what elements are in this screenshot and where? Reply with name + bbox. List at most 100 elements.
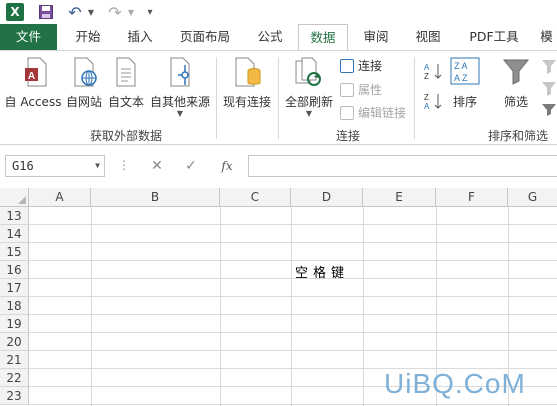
edit-links-label: 编辑链接 xyxy=(358,106,407,120)
name-box[interactable]: G16 ▼ xyxy=(5,155,105,177)
customize-toolbar-icon[interactable]: ▾ xyxy=(144,3,156,21)
ribbon-data: A 自 Access 自网站 自文本 自其他来源 ▼ 获取外部数据 现有连接 全… xyxy=(0,50,557,145)
cell-d16[interactable]: 空格键 xyxy=(295,262,349,281)
column-header[interactable]: B xyxy=(91,188,220,207)
grid-line xyxy=(29,260,557,261)
access-icon: A xyxy=(25,57,47,87)
undo-dropdown-icon[interactable]: ▼ xyxy=(86,3,96,21)
filter-button[interactable]: 筛选 xyxy=(496,57,536,115)
tab-view[interactable]: 视图 xyxy=(406,24,450,50)
row-header[interactable]: 17 xyxy=(0,279,29,297)
svg-text:Z A: Z A xyxy=(454,61,468,71)
row-header[interactable]: 16 xyxy=(0,261,29,279)
properties-button[interactable]: 属性 xyxy=(340,81,382,98)
connections-button[interactable]: 连接 xyxy=(340,57,382,74)
from-text-label: 自文本 xyxy=(107,95,144,109)
grid-line xyxy=(291,207,292,406)
group-separator xyxy=(278,57,279,139)
tab-formulas[interactable]: 公式 xyxy=(248,24,292,50)
row-header[interactable]: 22 xyxy=(0,369,29,387)
column-header[interactable]: E xyxy=(363,188,436,207)
tab-insert[interactable]: 插入 xyxy=(118,24,162,50)
svg-text:A: A xyxy=(28,71,35,82)
column-header[interactable]: C xyxy=(220,188,291,207)
tab-data[interactable]: 数据 xyxy=(298,24,348,51)
edit-links-button[interactable]: 编辑链接 xyxy=(340,104,406,121)
row-header[interactable]: 18 xyxy=(0,297,29,315)
formula-input[interactable] xyxy=(248,155,557,177)
from-other-sources-button[interactable]: 自其他来源 ▼ xyxy=(148,57,212,123)
grid-line xyxy=(220,207,221,406)
formula-bar-resize-icon[interactable]: ⋮ xyxy=(118,158,130,172)
redo-dropdown-icon[interactable]: ▼ xyxy=(126,3,136,21)
group-label-get-external-data: 获取外部数据 xyxy=(90,129,163,143)
tab-pdf-tools[interactable]: PDF工具 xyxy=(462,24,526,50)
from-access-button[interactable]: A 自 Access xyxy=(4,57,62,115)
group-label-sort-filter: 排序和筛选 xyxy=(488,129,549,143)
sort-ascending-button[interactable]: AZ xyxy=(422,61,444,83)
row-header[interactable]: 20 xyxy=(0,333,29,351)
select-all-button[interactable] xyxy=(0,188,29,207)
grid-line xyxy=(29,404,557,405)
grid-line xyxy=(29,314,557,315)
grid-line xyxy=(29,278,557,279)
formula-bar: G16 ▼ ⋮ ✕ ✓ fx xyxy=(0,145,557,187)
grid-line xyxy=(363,207,364,406)
grid-line xyxy=(29,224,557,225)
row-header[interactable]: 23 xyxy=(0,387,29,405)
row-header[interactable]: 19 xyxy=(0,315,29,333)
connections-label: 连接 xyxy=(358,59,383,73)
tab-review[interactable]: 审阅 xyxy=(354,24,398,50)
refresh-all-button[interactable]: 全部刷新 ▼ xyxy=(282,57,336,123)
edit-links-icon xyxy=(340,105,354,120)
svg-text:Z: Z xyxy=(424,72,429,81)
properties-label: 属性 xyxy=(358,83,383,97)
tab-page-layout[interactable]: 页面布局 xyxy=(172,24,238,50)
row-header[interactable]: 21 xyxy=(0,351,29,369)
tab-more[interactable]: 模 xyxy=(536,24,557,50)
watermark: UiBQ.CoM xyxy=(384,368,526,399)
column-header[interactable]: A xyxy=(29,188,91,207)
chevron-down-icon[interactable]: ▼ xyxy=(95,161,100,170)
from-access-label: 自 Access xyxy=(4,95,62,109)
redo-icon[interactable]: ↷ xyxy=(106,3,124,22)
sort-icon: Z A A Z xyxy=(450,57,480,85)
cancel-button[interactable]: ✕ xyxy=(146,157,168,175)
sort-za-icon: ZA xyxy=(424,93,442,111)
tab-file[interactable]: 文件 xyxy=(0,24,57,50)
save-icon[interactable] xyxy=(38,3,54,21)
tab-home[interactable]: 开始 xyxy=(66,24,110,50)
excel-icon[interactable]: X xyxy=(6,3,24,21)
sort-label: 排序 xyxy=(452,95,477,109)
from-web-button[interactable]: 自网站 xyxy=(64,57,104,115)
grid-line xyxy=(29,242,557,243)
filter-label: 筛选 xyxy=(503,95,528,109)
sort-button[interactable]: Z A A Z 排序 xyxy=(448,57,482,115)
from-other-sources-label: 自其他来源 xyxy=(149,95,210,109)
row-header[interactable]: 13 xyxy=(0,207,29,225)
other-sources-icon xyxy=(170,57,190,87)
refresh-all-label: 全部刷新 xyxy=(284,95,333,109)
row-header[interactable]: 14 xyxy=(0,225,29,243)
filter-icon xyxy=(502,59,530,85)
enter-button[interactable]: ✓ xyxy=(180,157,202,175)
clear-filter-icon xyxy=(542,60,556,116)
column-header[interactable]: F xyxy=(436,188,508,207)
text-file-icon xyxy=(116,57,136,87)
quick-access-toolbar: X ↶ ▼ ↷ ▼ ▾ xyxy=(0,0,557,24)
existing-connections-label: 现有连接 xyxy=(222,95,271,109)
existing-connections-button[interactable]: 现有连接 xyxy=(220,57,274,115)
column-header[interactable]: G xyxy=(508,188,557,207)
svg-text:Z: Z xyxy=(424,93,429,102)
row-header[interactable]: 15 xyxy=(0,243,29,261)
from-text-button[interactable]: 自文本 xyxy=(106,57,146,115)
filter-options-button[interactable] xyxy=(540,57,557,117)
insert-function-button[interactable]: fx xyxy=(216,157,238,175)
from-web-label: 自网站 xyxy=(65,95,102,109)
refresh-icon xyxy=(295,57,321,86)
group-separator xyxy=(414,57,415,139)
column-header[interactable]: D xyxy=(291,188,363,207)
grid-line xyxy=(29,296,557,297)
undo-icon[interactable]: ↶ xyxy=(66,3,84,22)
sort-descending-button[interactable]: ZA xyxy=(422,91,444,113)
